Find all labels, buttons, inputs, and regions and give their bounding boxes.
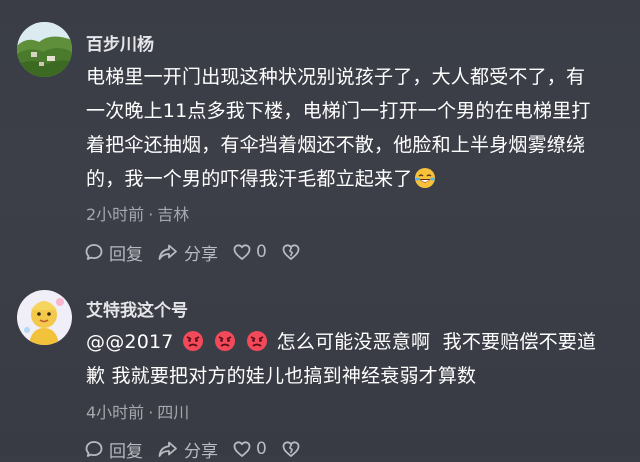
heart-icon [233,441,251,457]
angry-face-emoji [214,330,236,352]
comment-line: 一次晚上11点多我下楼，电梯门一打开一个男的在电梯里打 [86,100,591,122]
reply-label: 回复 [109,441,143,462]
location: 吉林 [157,205,190,224]
comment-line: 歉 我就要把对方的娃儿也搞到神经衰弱才算数 [86,365,477,387]
share-arrow-icon [158,441,177,457]
comment-text: 电梯里一开门出现这种状况别说孩子了，大人都受不了，有 一次晚上11点多我下楼，电… [86,60,634,196]
comment-actions: 回复 分享 0 [84,437,320,462]
comment-text: @@2017 怎么可能没恶意啊 我不要赔偿不要道 歉 我就要把对方的娃儿也搞到神… [86,325,634,393]
comment-actions: 回复 分享 0 [84,240,320,265]
angry-face-emoji [246,330,268,352]
timestamp: 2小时前 [86,205,145,224]
dislike-heart-icon [282,441,300,457]
share-button[interactable]: 分享 [157,437,218,462]
comment-bubble-icon [85,441,103,457]
like-count: 0 [256,242,267,262]
mention-link[interactable]: @@2017 [86,331,174,353]
like-button[interactable]: 0 [232,439,267,459]
comment-item: 百步川杨 电梯里一开门出现这种状况别说孩子了，大人都受不了，有 一次晚上11点多… [0,0,640,280]
like-count: 0 [256,439,267,459]
angry-face-emoji [182,330,204,352]
heart-icon [233,244,251,260]
separator: · [148,205,154,224]
username[interactable]: 百步川杨 [86,30,154,55]
reply-label: 回复 [109,244,143,265]
laughing-crying-emoji [414,167,436,189]
share-label: 分享 [184,244,218,265]
share-arrow-icon [158,244,177,260]
avatar[interactable] [17,290,72,345]
share-button[interactable]: 分享 [157,240,218,265]
dislike-button[interactable] [281,242,306,262]
comment-line: 电梯里一开门出现这种状况别说孩子了，大人都受不了，有 [86,66,586,88]
comment-item: 艾特我这个号 @@2017 怎么可能没恶意啊 我不要赔偿不要道 歉 我就要把对方… [0,280,640,462]
comment-line: @@2017 怎么可能没恶意啊 我不要赔偿不要道 [86,325,634,359]
avatar[interactable] [17,22,72,77]
comment-line: 着把伞还抽烟，有伞挡着烟还不散，他脸和上半身烟雾缭绕 [86,134,586,156]
comment-line-text: 怎么可能没恶意啊 我不要赔偿不要道 [276,331,597,353]
comment-line: 的，我一个男的吓得我汗毛都立起来了 [86,168,413,190]
comment-bubble-icon [85,244,103,260]
like-button[interactable]: 0 [232,242,267,262]
reply-button[interactable]: 回复 [84,240,143,265]
username[interactable]: 艾特我这个号 [86,296,188,321]
comment-meta: 2小时前 · 吉林 [86,201,189,225]
comment-line-last: 的，我一个男的吓得我汗毛都立起来了 [86,162,634,196]
dislike-heart-icon [282,244,300,260]
share-label: 分享 [184,441,218,462]
location: 四川 [157,403,190,422]
comment-meta: 4小时前 · 四川 [86,399,189,423]
dislike-button[interactable] [281,439,306,459]
timestamp: 4小时前 [86,403,145,422]
reply-button[interactable]: 回复 [84,437,143,462]
separator: · [148,403,154,422]
